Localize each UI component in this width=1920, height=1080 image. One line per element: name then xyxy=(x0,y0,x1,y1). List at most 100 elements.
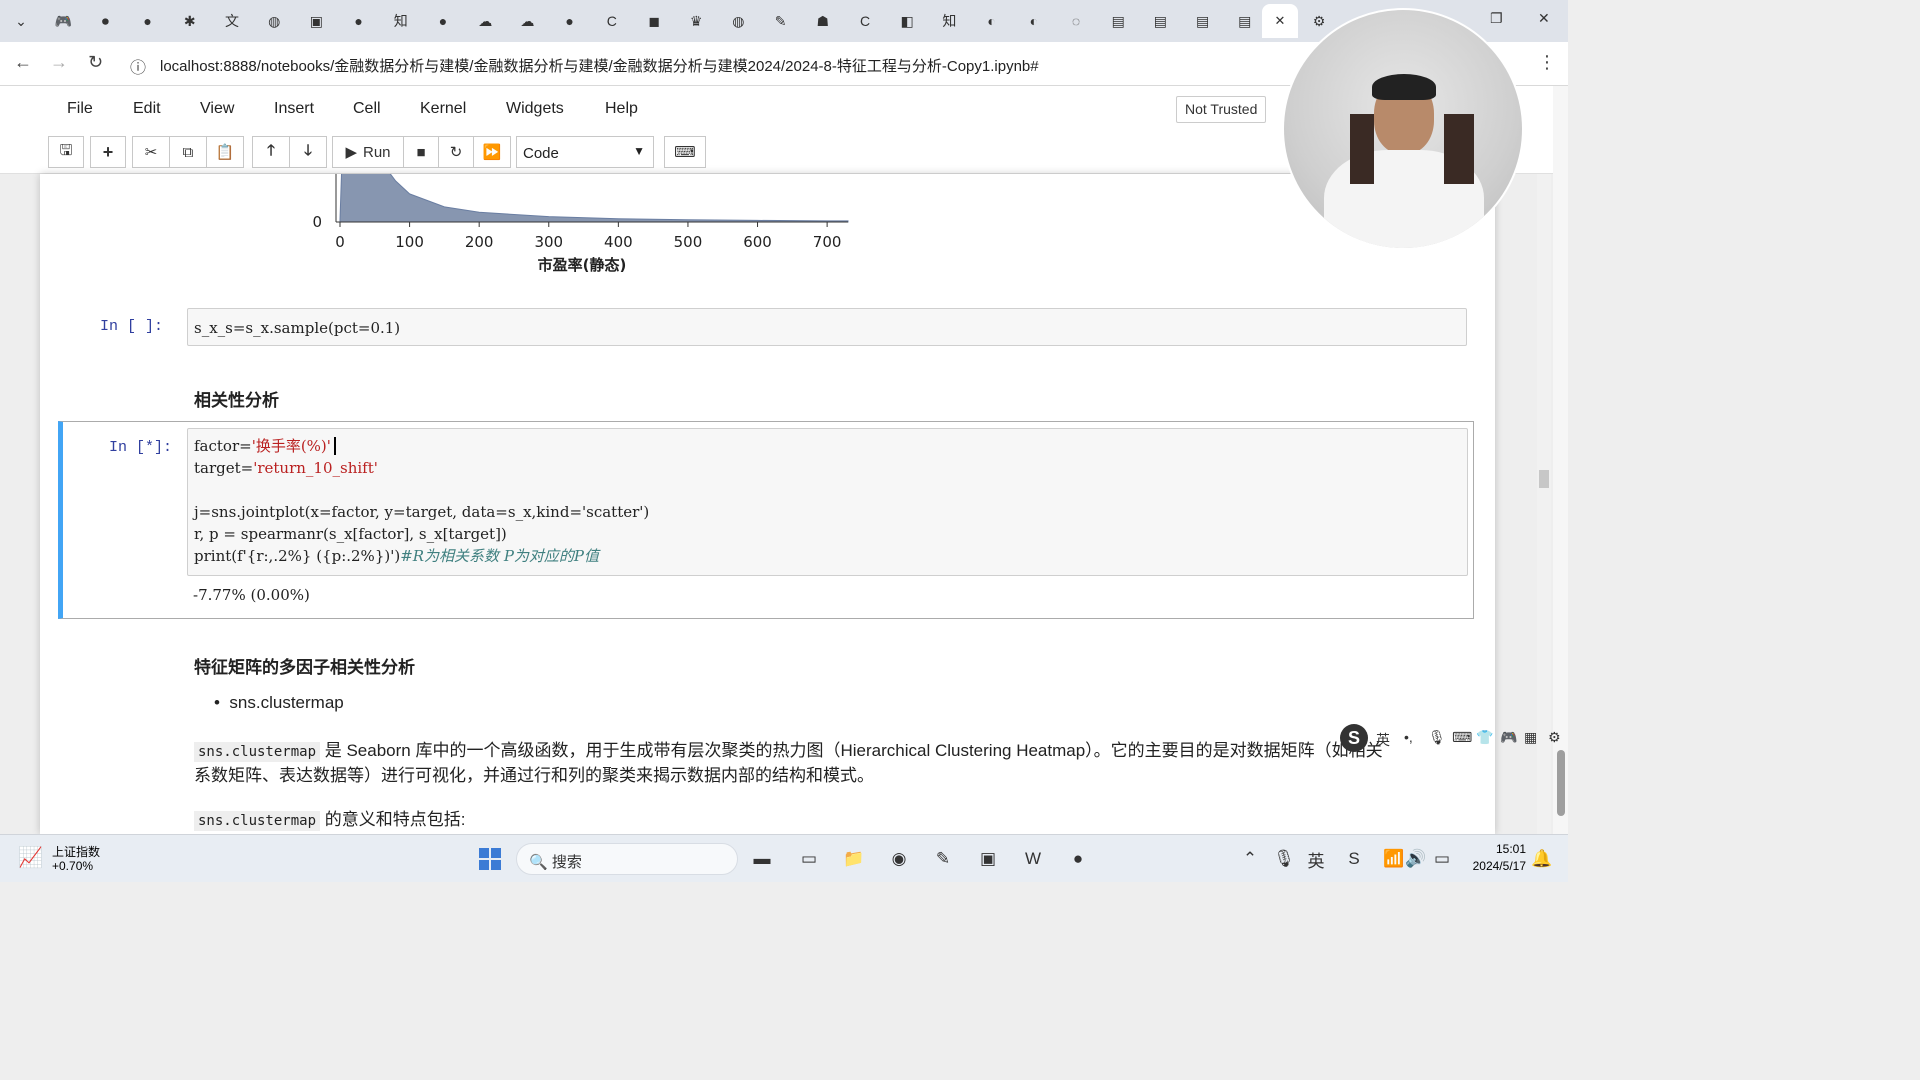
restart-run-all-button[interactable]: ⏩ xyxy=(473,136,511,168)
url-text[interactable]: localhost:8888/notebooks/金融数据分析与建模/金融数据分… xyxy=(160,55,1039,76)
browser-tab[interactable]: ● xyxy=(430,8,456,34)
browser-tab[interactable]: ▤ xyxy=(1105,8,1131,34)
sogou-tray-icon[interactable]: S xyxy=(1342,847,1366,871)
display-icon[interactable]: ▭ xyxy=(797,847,821,871)
keyboard-icon[interactable]: ⌨ xyxy=(1452,729,1472,746)
browser-menu-icon[interactable]: ⋮ xyxy=(1538,52,1556,73)
book-icon: ▤ xyxy=(1153,12,1167,29)
clock[interactable]: 15:01 2024/5/17 xyxy=(1466,841,1526,875)
menu-kernel[interactable]: Kernel xyxy=(420,100,466,118)
browser-tab[interactable]: ● xyxy=(135,8,161,34)
tray-chevron-up-icon[interactable]: ⌃ xyxy=(1238,847,1262,871)
taskbar-search[interactable]: 🔍 搜索 xyxy=(516,843,738,875)
browser-tab[interactable]: ▤ xyxy=(1147,8,1173,34)
menu-view[interactable]: View xyxy=(200,100,234,118)
browser-tab[interactable]: ◐ xyxy=(979,8,1005,34)
record-icon: ⏺ xyxy=(101,12,109,29)
code-cell-sample[interactable]: s_x_s=s_x.sample(pct=0.1) xyxy=(187,308,1467,346)
forward-icon[interactable]: → xyxy=(50,52,68,73)
browser-tab[interactable]: 知 xyxy=(936,8,962,34)
cell-type-select[interactable]: Code ▼ xyxy=(516,136,654,168)
move-down-button[interactable]: 🡓 xyxy=(289,136,327,168)
browser-tab[interactable]: ▤ xyxy=(1232,8,1258,34)
stop-icon: ■ xyxy=(416,143,426,161)
wps-icon[interactable]: W xyxy=(1021,847,1045,871)
close-tab-icon[interactable]: ✕ xyxy=(1275,13,1286,29)
browser-tab[interactable]: ▣ xyxy=(303,8,329,34)
code-editor[interactable]: factor='换手率(%)' target='return_10_shift'… xyxy=(187,428,1468,576)
menu-edit[interactable]: Edit xyxy=(133,100,161,118)
feather-icon[interactable]: ✎ xyxy=(931,847,955,871)
punctuation-icon[interactable]: •, xyxy=(1404,729,1413,745)
browser-tab[interactable]: ◍ xyxy=(261,8,287,34)
folder-icon[interactable]: 📁 xyxy=(842,847,866,871)
microphone-icon[interactable]: 🎙 xyxy=(1428,729,1446,746)
browser-tab[interactable]: 知 xyxy=(388,8,414,34)
active-tab[interactable]: ✕ xyxy=(1262,4,1298,38)
browser-tab[interactable]: ♛ xyxy=(683,8,709,34)
menu-widgets[interactable]: Widgets xyxy=(506,100,564,118)
browser-tab[interactable]: ☗ xyxy=(810,8,836,34)
game-icon[interactable]: 🎮 xyxy=(1500,729,1517,746)
run-button[interactable]: ▶ Run xyxy=(332,136,404,168)
paste-button[interactable]: 📋 xyxy=(206,136,244,168)
tab-extension[interactable]: ⚙ xyxy=(1306,8,1332,34)
not-trusted-badge[interactable]: Not Trusted xyxy=(1176,96,1267,123)
browser-tab[interactable]: C xyxy=(852,8,878,34)
browser-tab[interactable]: ◼ xyxy=(641,8,667,34)
toolbox-icon[interactable]: ▦ xyxy=(1524,729,1537,746)
menu-cell[interactable]: Cell xyxy=(353,100,381,118)
save-button[interactable]: 🖫 xyxy=(48,136,84,168)
browser-tab[interactable]: 文 xyxy=(219,8,245,34)
page-scrollbar[interactable] xyxy=(1553,86,1568,834)
restart-button[interactable]: ↻ xyxy=(438,136,474,168)
browser-tab[interactable]: ● xyxy=(557,8,583,34)
cut-button[interactable]: ✂ xyxy=(132,136,170,168)
chrome-icon[interactable]: ◉ xyxy=(887,847,911,871)
browser-tab[interactable]: ● xyxy=(346,8,372,34)
command-palette-button[interactable]: ⌨ xyxy=(664,136,706,168)
menu-help[interactable]: Help xyxy=(605,100,638,118)
restore-window-icon[interactable]: ❐ xyxy=(1490,10,1503,27)
ime-language[interactable]: 英 xyxy=(1376,730,1390,750)
volume-icon[interactable]: 🔊 xyxy=(1404,847,1428,871)
site-info-icon[interactable]: ⓘ xyxy=(130,54,146,78)
browser-tab[interactable]: ☁ xyxy=(514,8,540,34)
browser-tab[interactable]: ✱ xyxy=(177,8,203,34)
microphone-icon[interactable]: 🎙 xyxy=(1272,847,1296,871)
ime-tray-icon[interactable]: 英 xyxy=(1304,847,1328,871)
browser-tab[interactable]: ◌ xyxy=(1063,8,1089,34)
copy-button[interactable]: ⧉ xyxy=(169,136,207,168)
insert-cell-button[interactable]: + xyxy=(90,136,126,168)
menu-insert[interactable]: Insert xyxy=(274,100,314,118)
battery-icon[interactable]: ▭ xyxy=(1430,847,1454,871)
browser-tab[interactable]: C xyxy=(599,8,625,34)
reload-icon[interactable]: ↻ xyxy=(88,52,103,73)
selected-code-cell[interactable]: In [*]: factor='换手率(%)' target='return_1… xyxy=(58,421,1474,619)
page-scrollbar-thumb[interactable] xyxy=(1557,750,1565,816)
sogou-icon[interactable]: S xyxy=(1340,724,1368,752)
browser-tab[interactable]: 🎮 xyxy=(50,8,76,34)
browser-tab[interactable]: ◍ xyxy=(725,8,751,34)
file-manager-icon[interactable]: ▬ xyxy=(750,847,774,871)
recorder-icon[interactable]: ● xyxy=(1066,847,1090,871)
close-window-icon[interactable]: ✕ xyxy=(1538,10,1550,27)
browser-tab[interactable]: ◧ xyxy=(894,8,920,34)
browser-tab[interactable]: ⏺ xyxy=(92,8,118,34)
interrupt-button[interactable]: ■ xyxy=(403,136,439,168)
move-up-button[interactable]: 🡑 xyxy=(252,136,290,168)
notebook-scrollbar-thumb[interactable] xyxy=(1539,470,1549,488)
skin-icon[interactable]: 👕 xyxy=(1476,729,1493,746)
windows-start-icon[interactable] xyxy=(478,847,502,871)
browser-tab[interactable]: ☁ xyxy=(472,8,498,34)
browser-tab[interactable]: ✎ xyxy=(768,8,794,34)
terminal-icon[interactable]: ▣ xyxy=(976,847,1000,871)
browser-tab[interactable]: ▤ xyxy=(1190,8,1216,34)
browser-tab[interactable]: ⌄ xyxy=(8,8,34,34)
menu-file[interactable]: File xyxy=(67,100,93,118)
back-icon[interactable]: ← xyxy=(14,52,32,73)
settings-icon[interactable]: ⚙ xyxy=(1548,729,1561,746)
notification-icon[interactable]: 🔔 xyxy=(1530,847,1554,871)
browser-tab[interactable]: ◐ xyxy=(1021,8,1047,34)
wifi-icon[interactable]: 📶 xyxy=(1382,847,1406,871)
